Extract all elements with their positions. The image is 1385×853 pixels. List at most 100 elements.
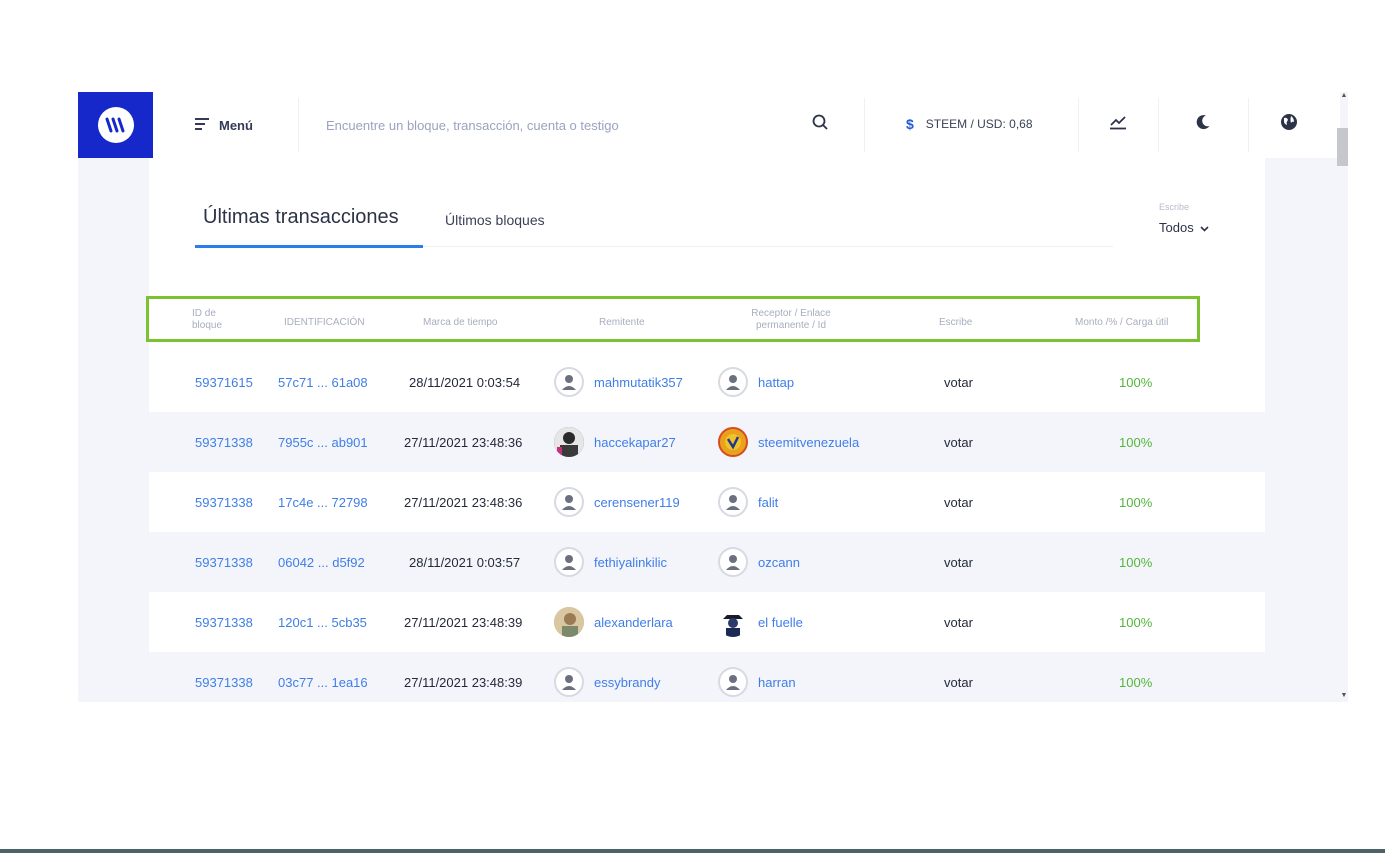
table-header: ID de bloque IDENTIFICACIÓN Marca de tie… bbox=[146, 296, 1200, 342]
block-id-link[interactable]: 59371338 bbox=[195, 592, 253, 652]
transaction-id-link[interactable]: 120c1 ... 5cb35 bbox=[278, 592, 367, 652]
timestamp: 27/11/2021 23:48:39 bbox=[404, 614, 523, 630]
sender-cell[interactable]: alexanderlara bbox=[554, 592, 673, 652]
language-button[interactable] bbox=[1274, 109, 1304, 139]
header-identification: IDENTIFICACIÓN bbox=[284, 317, 365, 328]
steem-price-label: STEEM / USD: 0,68 bbox=[925, 117, 1033, 131]
divider bbox=[1248, 98, 1249, 152]
receiver-link[interactable]: el fuelle bbox=[758, 615, 803, 630]
sender-cell[interactable]: essybrandy bbox=[554, 652, 660, 702]
receiver-cell[interactable]: hattap bbox=[718, 352, 794, 412]
header-amount: Monto /% / Carga útil bbox=[1075, 317, 1169, 328]
timestamp: 28/11/2021 0:03:54 bbox=[409, 374, 521, 390]
menu-button[interactable]: Menú bbox=[195, 114, 253, 136]
dark-mode-toggle[interactable] bbox=[1188, 109, 1218, 139]
scrollbar-thumb[interactable] bbox=[1337, 128, 1348, 166]
avatar bbox=[718, 547, 748, 577]
avatar bbox=[718, 667, 748, 697]
receiver-cell[interactable]: harran bbox=[718, 652, 796, 702]
search-input[interactable] bbox=[326, 110, 796, 140]
top-navigation-bar: Menú $ STEEM / USD: 0,68 bbox=[78, 92, 1340, 158]
steem-logo[interactable] bbox=[78, 92, 153, 158]
scroll-down-arrow-icon[interactable]: ▼ bbox=[1340, 692, 1348, 700]
hamburger-icon bbox=[195, 117, 209, 133]
receiver-link[interactable]: hattap bbox=[758, 375, 794, 390]
type-filter-value: Todos bbox=[1159, 220, 1194, 235]
transaction-id-link[interactable]: 06042 ... d5f92 bbox=[278, 532, 365, 592]
block-id-link[interactable]: 59371338 bbox=[195, 472, 253, 532]
avatar bbox=[554, 607, 584, 637]
receiver-link[interactable]: ozcann bbox=[758, 555, 800, 570]
moon-icon bbox=[1195, 114, 1211, 135]
table-row: 59371338 06042 ... d5f92 28/11/2021 0:03… bbox=[149, 532, 1265, 592]
header-receiver: Receptor / Enlace permanente / Id bbox=[751, 308, 831, 331]
table-row: 59371338 17c4e ... 72798 27/11/2021 23:4… bbox=[149, 472, 1265, 532]
transaction-id-link[interactable]: 57c71 ... 61a08 bbox=[278, 352, 368, 412]
sender-link[interactable]: fethiyalinkilic bbox=[594, 555, 667, 570]
vertical-scrollbar[interactable] bbox=[1340, 92, 1348, 702]
receiver-cell[interactable]: el fuelle bbox=[718, 592, 803, 652]
type-filter-select[interactable]: Todos bbox=[1159, 220, 1209, 235]
block-id-link[interactable]: 59371338 bbox=[195, 532, 253, 592]
sender-cell[interactable]: fethiyalinkilic bbox=[554, 532, 667, 592]
tabs-divider bbox=[423, 246, 1113, 247]
type-value: votar bbox=[944, 614, 973, 630]
transactions-panel: Últimas transacciones Últimos bloques Es… bbox=[146, 158, 1265, 702]
divider bbox=[1158, 98, 1159, 152]
transaction-id-link[interactable]: 03c77 ... 1ea16 bbox=[278, 652, 368, 702]
chevron-down-icon bbox=[1200, 220, 1209, 235]
avatar bbox=[718, 427, 748, 457]
receiver-cell[interactable]: falit bbox=[718, 472, 778, 532]
sender-link[interactable]: alexanderlara bbox=[594, 615, 673, 630]
type-value: votar bbox=[944, 434, 973, 450]
sender-cell[interactable]: cerensener119 bbox=[554, 472, 680, 532]
transaction-id-link[interactable]: 7955c ... ab901 bbox=[278, 412, 368, 472]
sender-cell[interactable]: mahmutatik357 bbox=[554, 352, 683, 412]
amount-value: 100% bbox=[1119, 554, 1153, 570]
receiver-link[interactable]: falit bbox=[758, 495, 778, 510]
divider bbox=[298, 98, 299, 152]
active-tab-indicator bbox=[195, 245, 423, 248]
search-button[interactable] bbox=[808, 112, 832, 136]
sender-link[interactable]: haccekapar27 bbox=[594, 435, 676, 450]
browser-viewport: Menú $ STEEM / USD: 0,68 bbox=[78, 92, 1348, 702]
type-value: votar bbox=[944, 374, 973, 390]
block-id-link[interactable]: 59371615 bbox=[195, 352, 253, 412]
sender-cell[interactable]: haccekapar27 bbox=[554, 412, 676, 472]
type-value: votar bbox=[944, 554, 973, 570]
tab-latest-blocks[interactable]: Últimos bloques bbox=[445, 212, 545, 228]
receiver-cell[interactable]: steemitvenezuela bbox=[718, 412, 859, 472]
amount-value: 100% bbox=[1119, 614, 1153, 630]
block-id-link[interactable]: 59371338 bbox=[195, 652, 253, 702]
sender-link[interactable]: mahmutatik357 bbox=[594, 375, 683, 390]
chart-button[interactable] bbox=[1103, 109, 1133, 139]
amount-value: 100% bbox=[1119, 434, 1153, 450]
header-block-id: ID de bloque bbox=[192, 308, 223, 331]
table-row: 59371615 57c71 ... 61a08 28/11/2021 0:03… bbox=[149, 352, 1265, 412]
sender-link[interactable]: cerensener119 bbox=[594, 495, 680, 510]
receiver-cell[interactable]: ozcann bbox=[718, 532, 800, 592]
dollar-icon: $ bbox=[906, 116, 914, 132]
chart-icon bbox=[1109, 114, 1127, 135]
search-icon bbox=[812, 114, 828, 135]
tab-latest-transactions[interactable]: Últimas transacciones bbox=[195, 198, 423, 248]
header-timestamp: Marca de tiempo bbox=[423, 317, 498, 328]
block-id-link[interactable]: 59371338 bbox=[195, 412, 253, 472]
type-value: votar bbox=[944, 674, 973, 690]
receiver-link[interactable]: steemitvenezuela bbox=[758, 435, 859, 450]
header-sender: Remitente bbox=[599, 317, 645, 328]
avatar bbox=[554, 487, 584, 517]
divider bbox=[1078, 98, 1079, 152]
avatar bbox=[554, 367, 584, 397]
table-row: 59371338 120c1 ... 5cb35 27/11/2021 23:4… bbox=[149, 592, 1265, 652]
scroll-up-arrow-icon[interactable]: ▲ bbox=[1340, 92, 1348, 100]
timestamp: 28/11/2021 0:03:57 bbox=[409, 554, 521, 570]
transaction-id-link[interactable]: 17c4e ... 72798 bbox=[278, 472, 368, 532]
sender-link[interactable]: essybrandy bbox=[594, 675, 660, 690]
table-row: 59371338 03c77 ... 1ea16 27/11/2021 23:4… bbox=[149, 652, 1265, 702]
avatar bbox=[718, 487, 748, 517]
avatar bbox=[554, 547, 584, 577]
type-value: votar bbox=[944, 494, 973, 510]
receiver-link[interactable]: harran bbox=[758, 675, 796, 690]
avatar bbox=[718, 607, 748, 637]
